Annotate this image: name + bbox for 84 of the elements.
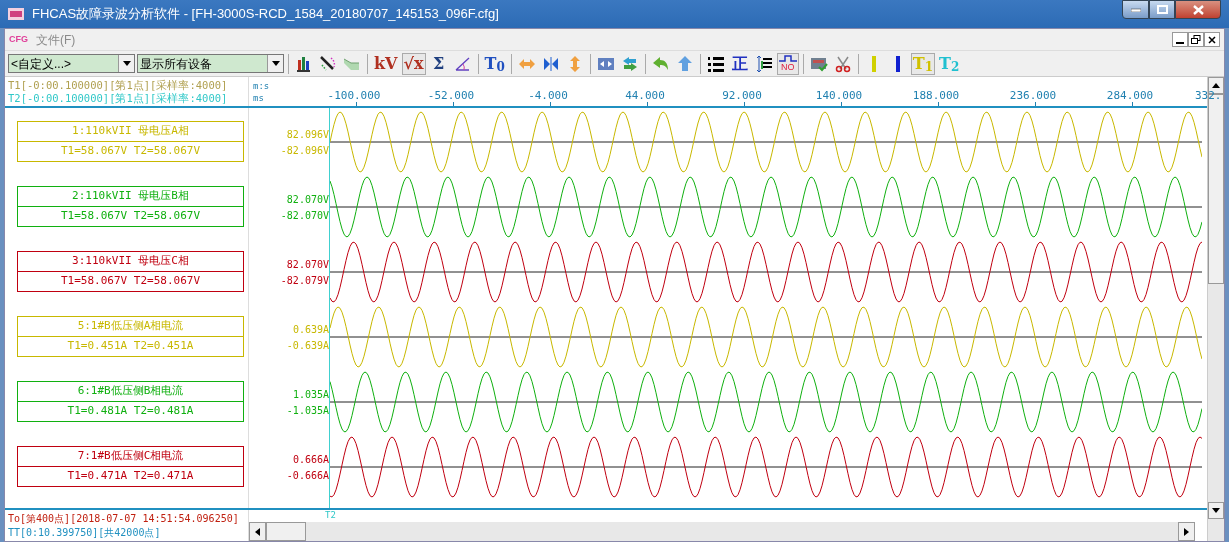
min-value-label: -0.639A	[286, 338, 329, 353]
channel-name: 6:1#B低压侧B相电流	[18, 382, 243, 402]
toolbar-button[interactable]: kV	[372, 52, 400, 75]
cursor-info: T2[-0:00.100000][第1点][采样率:4000]	[8, 91, 229, 105]
min-value-label: -82.070V	[280, 208, 329, 223]
down-arrow-icon	[1212, 508, 1220, 513]
app-icon	[8, 8, 24, 20]
close-icon	[1208, 35, 1216, 44]
toolbar-button[interactable]: √x	[401, 52, 426, 75]
minimize-icon	[1176, 42, 1184, 44]
max-value-label: 82.096V	[286, 127, 329, 142]
mdi-close-button[interactable]	[1204, 32, 1220, 47]
pulse-toggle-button[interactable]: NO	[776, 52, 799, 75]
channel-readout: T1=58.067V T2=58.067V	[59, 273, 202, 290]
marker-bar-icon	[895, 55, 900, 72]
channel-name: 1:110kVII 母电压A相	[18, 122, 243, 142]
mdi-restore-button[interactable]	[1188, 32, 1204, 47]
maximize-icon	[1156, 5, 1168, 14]
channel-readout: T1=0.481A T2=0.481A	[66, 403, 195, 420]
max-value-label: 82.070V	[286, 192, 329, 207]
scroll-left-button[interactable]	[249, 522, 266, 541]
mdi-minimize-button[interactable]	[1172, 32, 1188, 47]
cursor-label: T2	[325, 510, 336, 521]
toolbar-button[interactable]: 正	[728, 52, 751, 75]
toolbar-button[interactable]: Σ	[427, 52, 450, 75]
up-arrow-icon	[1212, 83, 1220, 88]
axis-tick-label: 92.000	[722, 90, 762, 102]
minimize-button[interactable]	[1122, 0, 1149, 19]
channel-readout: T1=58.067V T2=58.067V	[59, 143, 202, 160]
scroll-thumb[interactable]	[266, 522, 306, 541]
window-title: FHCAS故障录波分析软件 - [FH-3000S-RCD_1584_20180707_145153_096F.cfg]	[32, 5, 499, 24]
min-value-label: -82.079V	[280, 273, 329, 288]
axis-tick-label: 140.000	[815, 90, 863, 102]
cursor-info: T1[-0:00.100000][第1点][采样率:4000]	[8, 78, 229, 92]
close-button[interactable]	[1175, 0, 1221, 19]
min-value-label: -82.096V	[280, 143, 329, 158]
restore-icon	[1191, 35, 1201, 44]
caret-icon	[271, 61, 280, 66]
dropdown[interactable]: 显示所有设备	[137, 54, 284, 73]
pulse-icon	[778, 55, 797, 62]
minimize-icon	[1130, 7, 1141, 12]
axis-tick-label: 44.000	[625, 90, 665, 102]
dropdown[interactable]: <自定义...>	[8, 54, 135, 73]
max-value-label: 0.666A	[292, 452, 329, 467]
channel-name: 3:110kVII 母电压C相	[18, 252, 243, 272]
max-value-label: 1.035A	[292, 387, 329, 402]
min-value-label: -1.035A	[286, 403, 329, 418]
maximize-button[interactable]	[1149, 0, 1175, 19]
channel-readout: T1=0.471A T2=0.471A	[66, 468, 195, 485]
axis-tick-label: -52.000	[427, 90, 475, 102]
status-text: TT[0:10.399750][共42000点]	[8, 525, 161, 540]
right-arrow-icon	[1184, 527, 1190, 536]
left-arrow-icon	[255, 527, 260, 536]
max-value-label: 0.639A	[292, 322, 329, 337]
horizontal-scrollbar[interactable]	[249, 522, 1196, 541]
toolbar-button[interactable]: T$_{0}$	[482, 52, 507, 75]
axis-unit: m:s	[253, 80, 270, 93]
channel-name: 7:1#B低压侧C相电流	[18, 447, 243, 467]
axis-tick-label: -100.000	[327, 90, 381, 102]
caret-icon	[122, 61, 131, 66]
marker-bar-icon	[871, 55, 876, 72]
scroll-right-button[interactable]	[1178, 522, 1196, 541]
scroll-down-button[interactable]	[1208, 502, 1224, 519]
close-icon	[1192, 4, 1204, 15]
channel-name: 5:1#B低压侧A相电流	[18, 317, 243, 337]
status-text: To[第400点][2018-07-07 14:51:54.096250]	[8, 511, 239, 526]
bar-chart-icon	[295, 54, 313, 73]
axis-unit: ms	[253, 92, 264, 105]
axis-tick-label: 332.	[1195, 90, 1222, 102]
min-value-label: -0.666A	[286, 468, 329, 483]
axis-tick-label: 236.000	[1009, 90, 1057, 102]
numbered-list-icon	[706, 54, 725, 73]
scissors-icon	[833, 54, 852, 73]
document-logo: CFG	[9, 32, 28, 46]
bowtie-icon	[541, 54, 560, 73]
axis-tick-label: -4.000	[528, 90, 568, 102]
channel-readout: T1=0.451A T2=0.451A	[66, 338, 195, 355]
pen-icon	[319, 54, 337, 73]
list-tree-icon	[754, 54, 773, 73]
channel-readout: T1=58.067V T2=58.067V	[59, 208, 202, 225]
max-value-label: 82.070V	[286, 257, 329, 272]
axis-tick-label: 284.000	[1106, 90, 1154, 102]
axis-tick-label: 188.000	[912, 90, 960, 102]
channel-name: 2:110kVII 母电压B相	[18, 187, 243, 207]
